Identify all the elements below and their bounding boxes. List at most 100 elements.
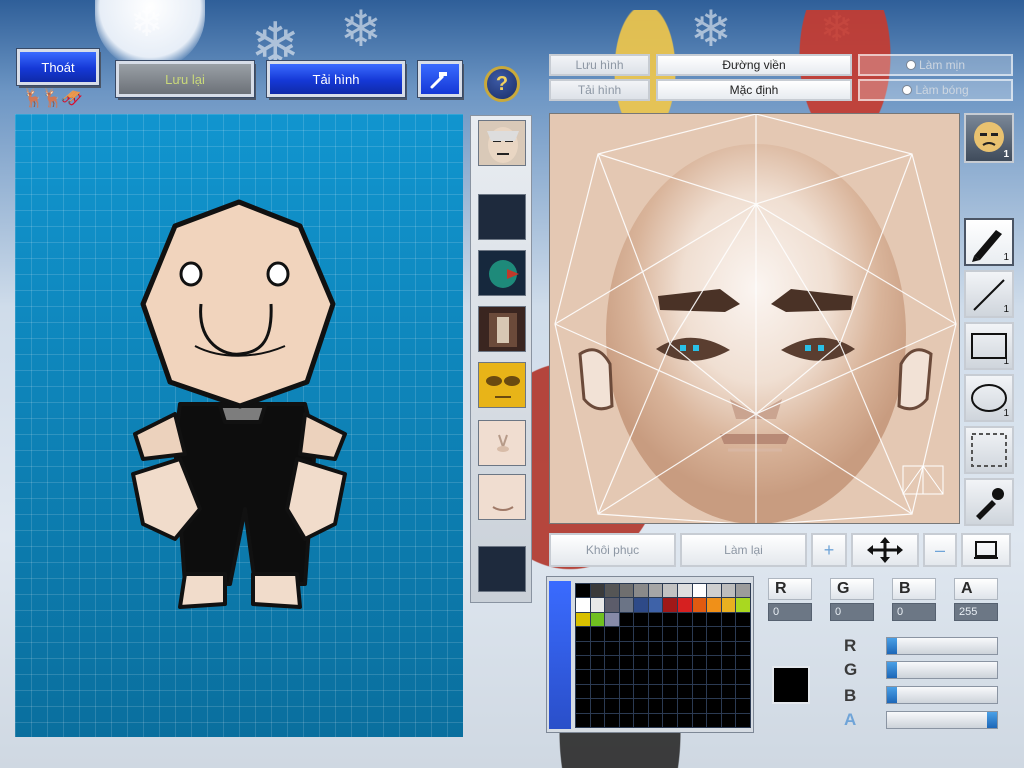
palette-swatch[interactable] bbox=[633, 683, 649, 700]
palette-swatch[interactable] bbox=[647, 683, 664, 700]
palette-swatch[interactable] bbox=[647, 626, 664, 642]
redo-button[interactable]: Làm lại bbox=[680, 533, 807, 567]
palette-swatch[interactable] bbox=[735, 626, 751, 642]
palette-swatch[interactable] bbox=[662, 712, 679, 729]
palette-swatch[interactable] bbox=[691, 626, 708, 642]
palette-swatch[interactable] bbox=[575, 712, 591, 729]
palette-swatch[interactable] bbox=[618, 611, 635, 628]
palette-swatch[interactable] bbox=[575, 582, 591, 599]
palette-swatch[interactable] bbox=[604, 712, 620, 729]
palette-swatch[interactable] bbox=[691, 582, 708, 599]
palette-swatch[interactable] bbox=[618, 626, 635, 642]
palette-swatch[interactable] bbox=[677, 640, 693, 657]
hammer-tool-button[interactable] bbox=[417, 60, 463, 98]
palette-swatch[interactable] bbox=[691, 640, 708, 657]
palette-swatch[interactable] bbox=[735, 597, 751, 613]
select-tool[interactable] bbox=[964, 426, 1014, 474]
palette-swatch[interactable] bbox=[618, 669, 635, 685]
save-image-button[interactable]: Lưu hình bbox=[549, 54, 650, 76]
red-value-field[interactable]: 0 bbox=[768, 603, 812, 621]
palette-swatch[interactable] bbox=[735, 683, 751, 700]
palette-swatch[interactable] bbox=[604, 597, 620, 613]
palette-swatch[interactable] bbox=[662, 640, 679, 657]
palette-swatch[interactable] bbox=[647, 712, 664, 729]
palette-swatch[interactable] bbox=[735, 712, 751, 729]
palette-swatch[interactable] bbox=[706, 698, 722, 714]
part-slot-nose[interactable] bbox=[478, 420, 526, 466]
palette-swatch[interactable] bbox=[706, 611, 722, 628]
palette-swatch[interactable] bbox=[589, 597, 606, 613]
palette-swatch[interactable] bbox=[604, 611, 620, 628]
palette-swatch[interactable] bbox=[633, 669, 649, 685]
palette-swatch[interactable] bbox=[706, 582, 722, 599]
palette-swatch[interactable] bbox=[604, 669, 620, 685]
palette-swatch[interactable] bbox=[647, 698, 664, 714]
red-slider[interactable] bbox=[886, 637, 998, 655]
blue-slider-knob[interactable] bbox=[887, 687, 897, 703]
palette-swatch[interactable] bbox=[647, 597, 664, 613]
palette-swatch[interactable] bbox=[604, 698, 620, 714]
palette-swatch[interactable] bbox=[575, 640, 591, 657]
palette-swatch[interactable] bbox=[720, 683, 737, 700]
palette-swatch[interactable] bbox=[691, 654, 708, 671]
palette-swatch[interactable] bbox=[735, 654, 751, 671]
palette-swatch[interactable] bbox=[589, 611, 606, 628]
palette-swatch[interactable] bbox=[720, 698, 737, 714]
reload-image-button[interactable]: Tải hình bbox=[266, 60, 406, 98]
palette-swatch[interactable] bbox=[720, 597, 737, 613]
palette-swatch[interactable] bbox=[691, 683, 708, 700]
save-button[interactable]: Lưu lại bbox=[115, 60, 255, 98]
palette-swatch[interactable] bbox=[589, 698, 606, 714]
palette-swatch[interactable] bbox=[662, 683, 679, 700]
palette-swatch[interactable] bbox=[706, 626, 722, 642]
palette-swatch[interactable] bbox=[662, 654, 679, 671]
palette-swatch[interactable] bbox=[735, 582, 751, 599]
part-slot-outfit[interactable] bbox=[478, 306, 526, 352]
smooth-option[interactable]: Làm mịn bbox=[858, 54, 1013, 76]
palette-swatch[interactable] bbox=[618, 597, 635, 613]
palette-swatch[interactable] bbox=[706, 640, 722, 657]
palette-swatch[interactable] bbox=[575, 683, 591, 700]
palette-swatch[interactable] bbox=[720, 626, 737, 642]
brush-tool[interactable]: 1 bbox=[964, 218, 1014, 266]
green-value-field[interactable]: 0 bbox=[830, 603, 874, 621]
part-slot-empty[interactable] bbox=[478, 546, 526, 592]
palette-swatch[interactable] bbox=[720, 582, 737, 599]
color-palette-grid[interactable] bbox=[575, 582, 751, 729]
restore-button[interactable]: Khôi phục bbox=[549, 533, 676, 567]
palette-swatch[interactable] bbox=[604, 626, 620, 642]
head-preview-badge[interactable]: 1 bbox=[964, 113, 1014, 163]
palette-swatch[interactable] bbox=[691, 669, 708, 685]
palette-swatch[interactable] bbox=[677, 669, 693, 685]
part-slot-hair[interactable] bbox=[478, 250, 526, 296]
palette-swatch[interactable] bbox=[618, 640, 635, 657]
palette-swatch[interactable] bbox=[589, 712, 606, 729]
palette-swatch[interactable] bbox=[720, 640, 737, 657]
palette-swatch[interactable] bbox=[662, 626, 679, 642]
blue-slider[interactable] bbox=[886, 686, 998, 704]
rectangle-tool[interactable]: 1 bbox=[964, 322, 1014, 370]
palette-swatch[interactable] bbox=[691, 597, 708, 613]
palette-swatch[interactable] bbox=[677, 683, 693, 700]
palette-swatch[interactable] bbox=[618, 698, 635, 714]
eyedropper-tool[interactable] bbox=[964, 478, 1014, 526]
palette-swatch[interactable] bbox=[647, 669, 664, 685]
blue-value-field[interactable]: 0 bbox=[892, 603, 936, 621]
palette-swatch[interactable] bbox=[720, 654, 737, 671]
palette-swatch[interactable] bbox=[735, 640, 751, 657]
palette-swatch[interactable] bbox=[604, 654, 620, 671]
palette-swatch[interactable] bbox=[604, 683, 620, 700]
palette-swatch[interactable] bbox=[647, 582, 664, 599]
palette-swatch[interactable] bbox=[706, 654, 722, 671]
palette-swatch[interactable] bbox=[618, 654, 635, 671]
help-button[interactable]: ? bbox=[484, 66, 520, 102]
character-preview-canvas[interactable] bbox=[15, 114, 463, 737]
palette-swatch[interactable] bbox=[633, 597, 649, 613]
palette-swatch[interactable] bbox=[662, 611, 679, 628]
palette-swatch[interactable] bbox=[647, 640, 664, 657]
palette-swatch[interactable] bbox=[575, 698, 591, 714]
palette-swatch[interactable] bbox=[691, 698, 708, 714]
palette-swatch[interactable] bbox=[720, 611, 737, 628]
palette-swatch[interactable] bbox=[647, 611, 664, 628]
palette-swatch[interactable] bbox=[735, 669, 751, 685]
